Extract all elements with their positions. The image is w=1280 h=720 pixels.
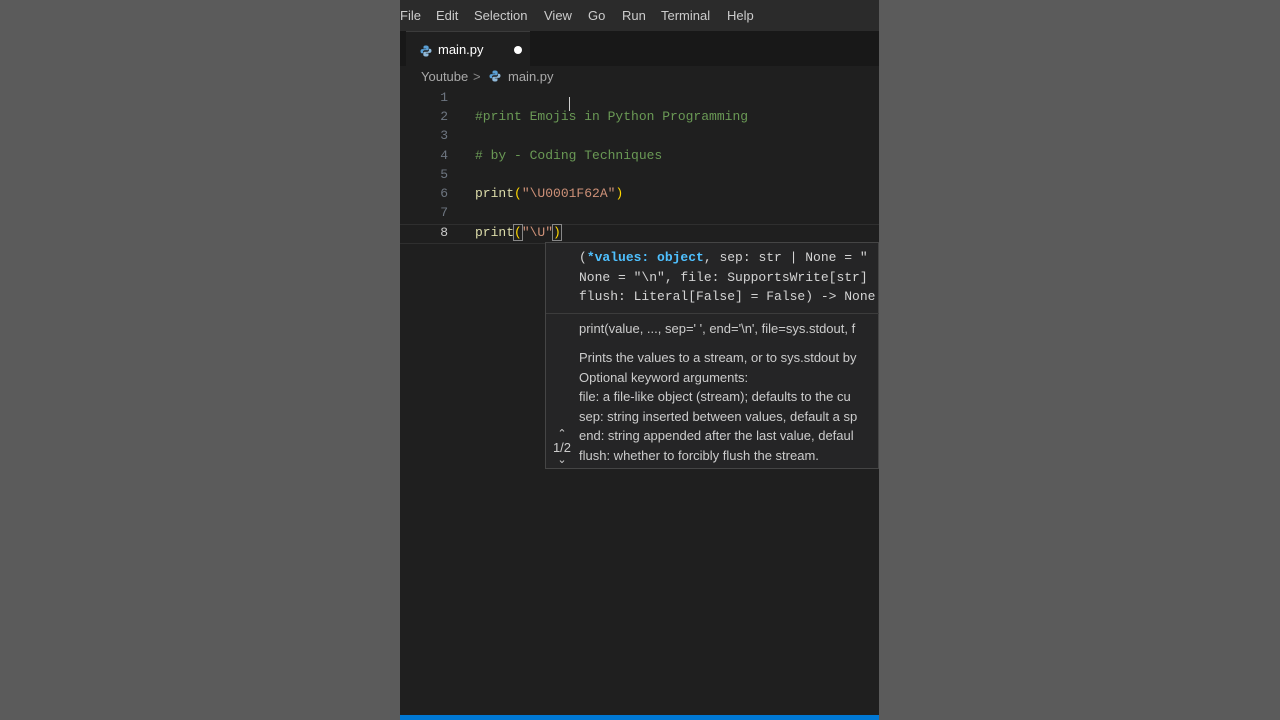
- line-number: 6: [440, 186, 448, 201]
- sig-line-2: None = "\n", file: SupportsWrite[str]: [579, 269, 868, 285]
- chevron-down-icon[interactable]: ⌄: [548, 455, 576, 466]
- code-line: 1: [400, 90, 879, 109]
- code-line: 6 print("\U0001F62A"): [400, 186, 879, 205]
- divider: [546, 313, 879, 314]
- code-line: 5: [400, 167, 879, 186]
- sig-line-3: flush: Literal[False] = False) -> None: [579, 289, 876, 304]
- open-paren: (: [513, 224, 523, 241]
- breadcrumb-folder[interactable]: Youtube: [421, 69, 468, 84]
- code-line: 7: [400, 205, 879, 224]
- string-literal: "\U": [521, 225, 554, 240]
- comment-text: # by - Coding Techniques: [475, 148, 663, 163]
- mouse-cursor-icon: [569, 97, 570, 111]
- code-line: 4 # by - Coding Techniques: [400, 148, 879, 167]
- code-statement: print("\U"): [475, 224, 562, 241]
- signature-help-popup[interactable]: (*values: object, sep: str | None = " No…: [545, 242, 879, 469]
- line-number: 1: [440, 90, 448, 105]
- doc-line: Prints the values to a stream, or to sys…: [579, 350, 857, 365]
- doc-line: sep: string inserted between values, def…: [579, 408, 858, 424]
- chevron-right-icon: >: [473, 69, 481, 84]
- tab-main-py[interactable]: main.py: [406, 31, 530, 67]
- doc-line: flush: whether to forcibly flush the str…: [579, 447, 819, 463]
- close-paren: ): [552, 224, 562, 241]
- menu-view[interactable]: View: [544, 8, 572, 23]
- doc-line: end: string appended after the last valu…: [579, 428, 854, 443]
- menu-selection[interactable]: Selection: [474, 8, 527, 23]
- breadcrumb-file[interactable]: main.py: [508, 69, 554, 84]
- tab-bar: main.py: [400, 31, 879, 67]
- signature-text: (*values: object, sep: str | None = " No…: [579, 248, 875, 307]
- active-parameter: *values: object: [586, 250, 704, 265]
- sig-open-paren: (: [579, 250, 587, 265]
- code-line: 2 #print Emojis in Python Programming: [400, 109, 879, 128]
- line-number: 3: [440, 128, 448, 143]
- line-number: 2: [440, 109, 448, 124]
- python-file-icon: [420, 44, 432, 62]
- sig-rest: , sep: str | None = ": [703, 250, 868, 265]
- function-name: print: [475, 225, 515, 240]
- background-left: [0, 0, 400, 720]
- current-code-line: 8 print("\U"): [400, 224, 879, 244]
- comment-text: #print Emojis in Python Programming: [475, 109, 749, 124]
- menu-run[interactable]: Run: [622, 8, 646, 23]
- doc-signature: print(value, ..., sep=' ', end='\n', fil…: [579, 321, 856, 336]
- background-right: [879, 0, 1280, 720]
- code-statement: print("\U0001F62A"): [475, 186, 623, 201]
- line-number: 7: [440, 205, 448, 220]
- menu-edit[interactable]: Edit: [436, 8, 458, 23]
- line-number: 4: [440, 148, 448, 163]
- menu-file[interactable]: File: [400, 8, 421, 23]
- open-paren: (: [514, 186, 522, 201]
- unsaved-dot-icon[interactable]: [514, 46, 522, 54]
- doc-line: file: a file-like object (stream); defau…: [579, 389, 851, 404]
- status-bar: [400, 715, 879, 720]
- doc-text: Prints the values to a stream, or to sys…: [579, 348, 857, 465]
- python-file-icon: [489, 70, 501, 85]
- menu-go[interactable]: Go: [588, 8, 605, 23]
- line-number: 8: [440, 225, 448, 240]
- tab-label: main.py: [438, 42, 484, 57]
- line-number: 5: [440, 167, 448, 182]
- doc-line: Optional keyword arguments:: [579, 369, 749, 385]
- overload-count: 1/2: [552, 440, 572, 455]
- close-paren: ): [615, 186, 624, 201]
- menu-help[interactable]: Help: [727, 8, 754, 23]
- function-name: print: [475, 186, 515, 201]
- menu-terminal[interactable]: Terminal: [661, 8, 710, 23]
- overload-pager: ⌃ 1/2 ⌄: [548, 429, 576, 466]
- menu-bar: File Edit Selection View Go Run Terminal…: [400, 0, 879, 31]
- string-literal: "\U0001F62A": [521, 186, 616, 201]
- chevron-up-icon[interactable]: ⌃: [548, 429, 576, 440]
- vscode-window: File Edit Selection View Go Run Terminal…: [400, 0, 879, 720]
- code-line: 3: [400, 128, 879, 147]
